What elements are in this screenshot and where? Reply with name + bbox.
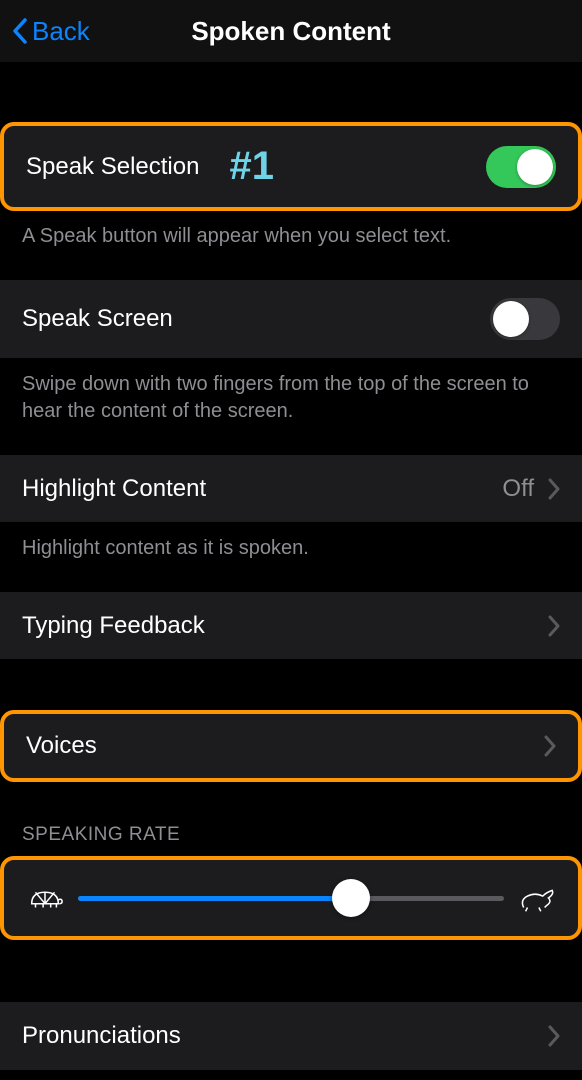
speaking-rate-slider[interactable] [78,878,504,918]
back-button[interactable]: Back [0,16,90,47]
annotation-marker: #1 [229,144,274,189]
highlight-content-row[interactable]: Highlight Content Off [0,455,582,523]
highlight-content-label: Highlight Content [22,475,206,503]
speak-screen-footer: Swipe down with two fingers from the top… [0,359,582,455]
chevron-right-icon [548,1025,560,1047]
speaking-rate-slider-row[interactable] [0,856,582,940]
voices-label: Voices [26,732,97,760]
speak-selection-toggle[interactable] [486,146,556,188]
chevron-right-icon [544,735,556,757]
highlight-content-footer: Highlight content as it is spoken. [0,523,582,592]
typing-feedback-row[interactable]: Typing Feedback [0,592,582,660]
tortoise-icon [26,882,64,914]
speak-screen-label: Speak Screen [22,305,173,333]
speak-selection-footer: A Speak button will appear when you sele… [0,211,582,280]
pronunciations-row[interactable]: Pronunciations [0,1002,582,1070]
speak-selection-label: Speak Selection [26,153,199,181]
speak-screen-toggle[interactable] [490,298,560,340]
highlight-content-value: Off [502,475,534,503]
chevron-right-icon [548,478,560,500]
navigation-bar: Back Spoken Content [0,0,582,62]
hare-icon [518,882,556,914]
speak-selection-row[interactable]: Speak Selection #1 [0,122,582,211]
voices-row[interactable]: Voices [0,710,582,782]
chevron-left-icon [12,17,28,45]
slider-thumb[interactable] [332,879,370,917]
speaking-rate-header: SPEAKING RATE [0,782,582,856]
back-label: Back [32,16,90,47]
typing-feedback-label: Typing Feedback [22,612,205,640]
speak-screen-row[interactable]: Speak Screen [0,280,582,359]
pronunciations-label: Pronunciations [22,1022,181,1050]
chevron-right-icon [548,615,560,637]
